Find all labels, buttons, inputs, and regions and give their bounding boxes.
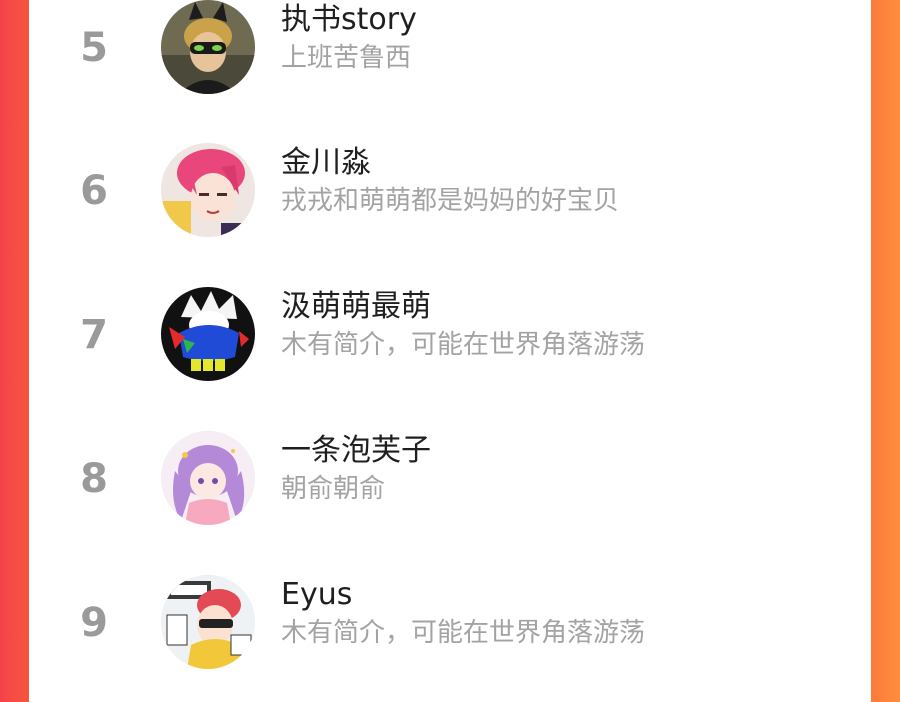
page-background: 5 执书story 上班苦鲁西 6 金川淼 戎戎和萌萌都是妈妈的好宝贝 7 汲萌… — [0, 0, 900, 702]
user-name[interactable]: 执书story — [281, 0, 417, 40]
user-name[interactable]: 汲萌萌最萌 — [281, 287, 431, 327]
ranking-row-9[interactable]: 9 Eyus 木有简介，可能在世界角落游荡 — [29, 555, 871, 675]
user-name[interactable]: 一条泡芙子 — [281, 431, 431, 471]
user-bio: 木有简介，可能在世界角落游荡 — [281, 618, 646, 648]
purple-hair-girl-avatar[interactable] — [161, 431, 255, 525]
white-hair-hoodie-avatar[interactable] — [161, 287, 255, 381]
rank-number: 6 — [80, 168, 108, 214]
ranking-row-6[interactable]: 6 金川淼 戎戎和萌萌都是妈妈的好宝贝 — [29, 123, 871, 243]
rank-number: 5 — [80, 25, 108, 71]
user-bio: 戎戎和萌萌都是妈妈的好宝贝 — [281, 186, 620, 216]
rank-number: 7 — [80, 312, 108, 358]
rank-number: 9 — [80, 600, 108, 646]
user-bio: 朝俞朝俞 — [281, 474, 386, 504]
manga-boy-avatar[interactable] — [161, 575, 255, 669]
ranking-row-8[interactable]: 8 一条泡芙子 朝俞朝俞 — [29, 411, 871, 531]
user-name[interactable]: 金川淼 — [281, 143, 371, 183]
ranking-list-card: 5 执书story 上班苦鲁西 6 金川淼 戎戎和萌萌都是妈妈的好宝贝 7 汲萌… — [29, 0, 871, 702]
user-bio: 木有简介，可能在世界角落游荡 — [281, 330, 646, 360]
user-bio: 上班苦鲁西 — [281, 43, 412, 73]
user-name[interactable]: Eyus — [281, 575, 352, 615]
ranking-row-7[interactable]: 7 汲萌萌最萌 木有简介，可能在世界角落游荡 — [29, 267, 871, 387]
pink-hair-anime-avatar[interactable] — [161, 143, 255, 237]
ranking-row-5[interactable]: 5 执书story 上班苦鲁西 — [29, 0, 871, 100]
cat-mask-hero-avatar[interactable] — [161, 0, 255, 94]
rank-number: 8 — [80, 456, 108, 502]
